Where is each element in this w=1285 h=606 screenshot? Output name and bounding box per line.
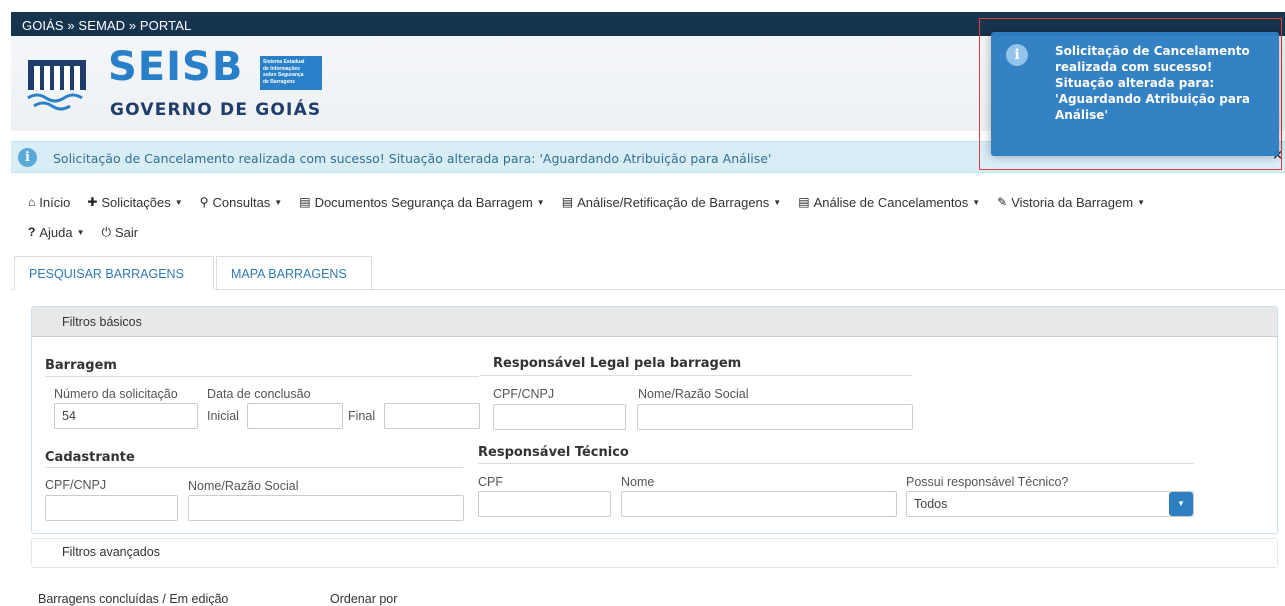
ordenar-por-label: Ordenar por <box>330 592 398 606</box>
cadastrante-section-title: Cadastrante <box>45 450 135 465</box>
nav-solicitacoes[interactable]: ✚ Solicitações ▼ <box>87 195 182 210</box>
responsavel-legal-cpf-input[interactable] <box>493 404 626 430</box>
caret-down-icon: ▼ <box>536 197 545 207</box>
plus-circle-icon: ✚ <box>87 195 98 209</box>
cadastrante-nome-label: Nome/Razão Social <box>188 479 299 493</box>
dam-icon <box>27 60 86 111</box>
cadastrante-nome-input[interactable] <box>188 495 464 521</box>
logo-subtitle: Sistema Estadual de Informações sobre Se… <box>260 56 322 90</box>
newspaper-icon: ▤ <box>798 195 810 209</box>
nav-analise-retificacao[interactable]: ▤ Análise/Retificação de Barragens ▼ <box>562 195 782 210</box>
data-final-input[interactable] <box>384 403 480 429</box>
logo-title: SEISB <box>108 44 244 90</box>
government-name: GOVERNO DE GOIÁS <box>110 100 322 120</box>
responsavel-legal-nome-input[interactable] <box>637 404 913 430</box>
power-icon: ⏻ <box>101 224 112 239</box>
divider <box>45 467 463 468</box>
home-icon: ⌂ <box>28 195 36 209</box>
responsavel-tecnico-nome-label: Nome <box>621 475 655 489</box>
search-icon: ⚲ <box>199 195 209 209</box>
tab-mapa-barragens[interactable]: MAPA BARRAGENS <box>216 256 372 290</box>
numero-solicitacao-input[interactable]: 54 <box>54 403 198 429</box>
possui-responsavel-select[interactable]: Todos <box>906 491 1194 517</box>
nav-documentos[interactable]: ▤ Documentos Segurança da Barragem ▼ <box>299 195 545 210</box>
divider <box>45 376 479 377</box>
divider <box>480 375 912 376</box>
advanced-filters-header[interactable]: Filtros avançados <box>31 538 1278 568</box>
basic-filters-header[interactable]: Filtros básicos <box>32 307 1277 337</box>
barragens-concluidas-label: Barragens concluídas / Em edição <box>38 592 229 606</box>
responsavel-tecnico-nome-input[interactable] <box>621 491 897 517</box>
toast-notification[interactable]: i Solicitação de Cancelamento realizada … <box>991 32 1279 156</box>
alert-message: Solicitação de Cancelamento realizada co… <box>53 151 772 166</box>
caret-down-icon: ▼ <box>274 197 283 207</box>
main-nav: ⌂ Início ✚ Solicitações ▼ ⚲ Consultas ▼ … <box>28 192 1278 240</box>
nav-ajuda[interactable]: ? Ajuda ▼ <box>28 225 85 240</box>
responsavel-legal-cpf-label: CPF/CNPJ <box>493 387 555 401</box>
nav-analise-cancelamentos[interactable]: ▤ Análise de Cancelamentos ▼ <box>798 195 980 210</box>
numero-solicitacao-label: Número da solicitação <box>54 387 178 401</box>
data-conclusao-label: Data de conclusão <box>207 387 311 401</box>
toast-message: Solicitação de Cancelamento realizada co… <box>1055 44 1250 122</box>
caret-down-icon: ▼ <box>76 227 85 237</box>
newspaper-icon: ▤ <box>299 195 311 209</box>
info-icon: i <box>1006 44 1028 66</box>
caret-down-icon[interactable]: ▼ <box>1169 492 1193 516</box>
caret-down-icon: ▼ <box>1137 197 1145 207</box>
info-icon: i <box>18 148 37 167</box>
nav-inicio[interactable]: ⌂ Início <box>28 195 70 210</box>
divider <box>478 463 1194 464</box>
tab-pesquisar-barragens[interactable]: PESQUISAR BARRAGENS <box>14 256 214 290</box>
newspaper-icon: ▤ <box>561 195 574 209</box>
final-label: Final <box>348 409 376 423</box>
nav-consultas[interactable]: ⚲ Consultas ▼ <box>200 195 283 210</box>
question-icon: ? <box>28 225 36 239</box>
responsavel-legal-section-title: Responsável Legal pela barragem <box>493 356 742 371</box>
responsavel-tecnico-section-title: Responsável Técnico <box>478 445 629 460</box>
caret-down-icon: ▼ <box>972 197 981 207</box>
nav-sair[interactable]: ⏻ Sair <box>102 225 139 240</box>
cadastrante-cpf-label: CPF/CNPJ <box>45 478 107 492</box>
nav-vistoria[interactable]: ✎ Vistoria da Barragem ▼ <box>997 195 1145 210</box>
responsavel-legal-nome-label: Nome/Razão Social <box>638 387 749 401</box>
tab-bar: PESQUISAR BARRAGENS MAPA BARRAGENS <box>11 256 1285 290</box>
responsavel-tecnico-cpf-input[interactable] <box>478 491 611 517</box>
caret-down-icon: ▼ <box>773 197 782 207</box>
seisb-logo[interactable]: SEISB Sistema Estadual de Informações so… <box>26 44 326 120</box>
barragem-section-title: Barragem <box>45 358 117 373</box>
edit-icon: ✎ <box>997 195 1008 209</box>
data-inicial-input[interactable] <box>247 403 343 429</box>
responsavel-tecnico-cpf-label: CPF <box>478 475 503 489</box>
possui-responsavel-label: Possui responsável Técnico? <box>906 475 1069 489</box>
cadastrante-cpf-input[interactable] <box>45 495 178 521</box>
inicial-label: Inicial <box>207 409 239 423</box>
caret-down-icon: ▼ <box>174 197 183 207</box>
